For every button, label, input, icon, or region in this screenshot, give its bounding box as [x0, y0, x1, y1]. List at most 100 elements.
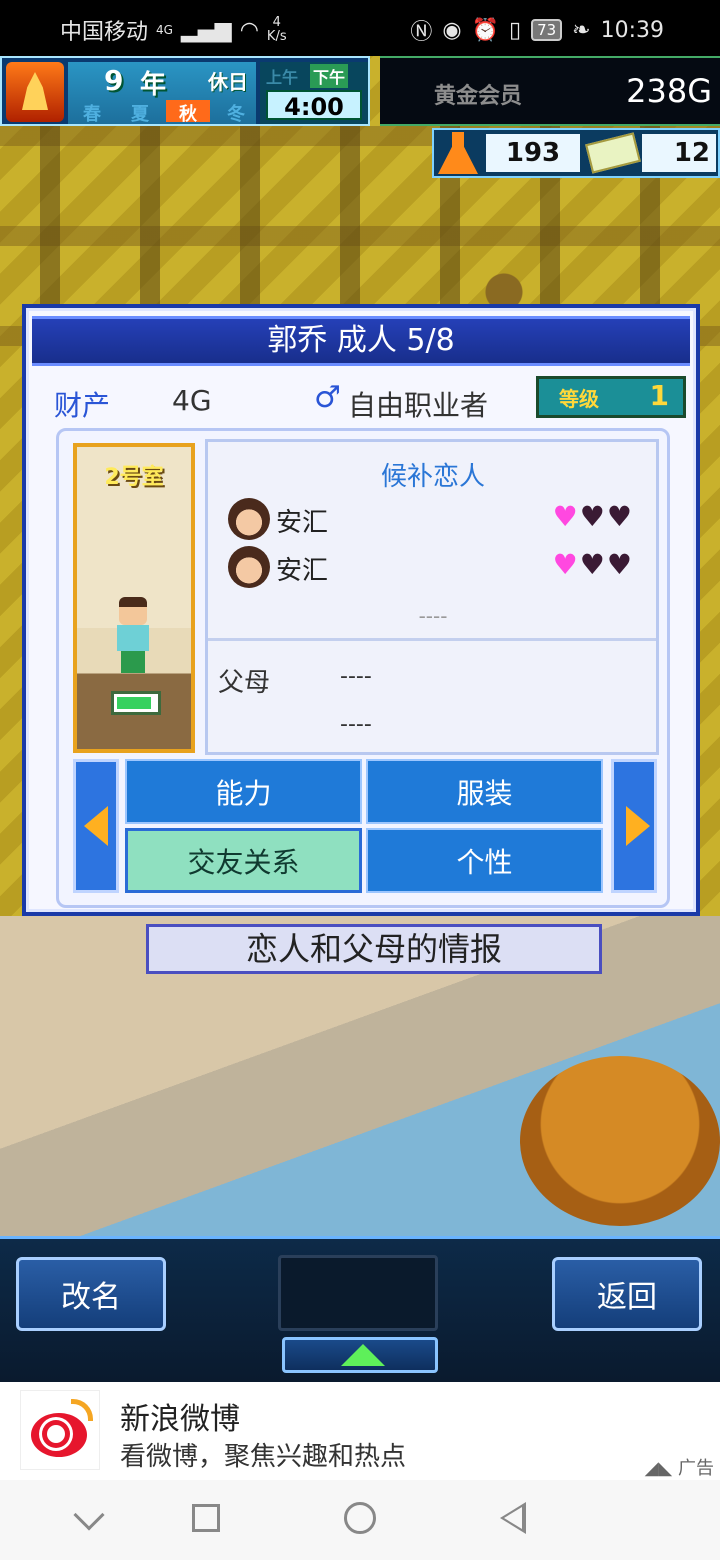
speed-value: 4: [272, 15, 281, 30]
sprite-head: [119, 597, 147, 625]
game-clock: 4:00: [266, 90, 362, 121]
tab-ability[interactable]: 能力: [125, 759, 362, 824]
preview-screen: [278, 1255, 438, 1331]
status-bar: 中国移动 4G ▂▄▆ ◠ 4 K/s Ⓝ ◉ ⏰ ▯ 73 ❧ 10:39: [0, 0, 720, 56]
clock-time: 10:39: [600, 17, 664, 43]
tab-personality[interactable]: 个性: [366, 828, 603, 893]
season-spring: 春: [83, 104, 101, 125]
ad-subtitle: 看微博，聚焦兴趣和热点: [120, 1442, 407, 1472]
heart-icon: ♥: [579, 548, 605, 581]
heart-icon: ♥: [606, 548, 632, 581]
sprite-body: [117, 625, 149, 651]
ad-tag-text: 广告: [678, 1458, 714, 1479]
tab-clothing[interactable]: 服装: [366, 759, 603, 824]
season-autumn: 秋: [166, 100, 210, 125]
tab-relationships[interactable]: 交友关系: [125, 828, 362, 893]
flask-icon: [438, 132, 478, 174]
leaf-icon: ❧: [572, 17, 591, 43]
ticket-icon: [585, 132, 641, 174]
alarm-icon: ⏰: [471, 17, 499, 43]
home-icon[interactable]: [344, 1502, 376, 1534]
signal-icon: ▂▄▆: [180, 17, 232, 43]
rename-button[interactable]: 改名: [16, 1257, 166, 1331]
ad-title: 新浪微博: [120, 1402, 240, 1437]
room-preview[interactable]: 2号室: [73, 443, 195, 753]
affection-hearts: ♥ ♥ ♥: [553, 548, 632, 581]
money-panel: 黄金会员 238G: [380, 56, 720, 126]
sprite-legs: [121, 651, 145, 673]
room-name: 2号室: [104, 465, 164, 490]
expand-menu-button[interactable]: [282, 1337, 438, 1373]
navigation-bar: [0, 1480, 720, 1560]
level-badge: 等级 1: [536, 376, 686, 418]
back-icon[interactable]: [500, 1502, 526, 1534]
tab-description: 恋人和父母的情报: [146, 924, 602, 974]
weibo-wave-icon: [71, 1399, 93, 1421]
resident-sprite: [113, 597, 153, 677]
lover-name: 安汇: [276, 508, 329, 538]
divider: [208, 638, 656, 641]
pm-label: 下午: [310, 64, 349, 88]
back-button[interactable]: 返回: [552, 1257, 702, 1331]
parents-label: 父母: [218, 668, 271, 698]
season-row: 春 夏 秋 冬: [70, 100, 258, 125]
avatar: [228, 498, 270, 540]
date-box: 9 年 休日 春 夏 秋 冬: [68, 62, 258, 125]
recents-icon[interactable]: [192, 1504, 220, 1532]
arrow-right-icon: [626, 806, 650, 846]
heart-icon: ♥: [606, 500, 632, 533]
fire-icon: [6, 62, 64, 122]
relationship-panel: 2号室 候补恋人 安汇 ♥ ♥ ♥ 安汇 ♥ ♥ ♥ ---- 父母 ---- …: [56, 428, 670, 908]
season-summer: 夏: [131, 104, 149, 125]
resident-info-row: 财产 4G ♂ 自由职业者 等级 1: [26, 374, 696, 424]
heart-icon: ♥: [579, 500, 605, 533]
candidate-empty-slot: ----: [418, 604, 448, 628]
gold-amount: 238G: [626, 72, 712, 110]
network-speed: 4 K/s: [267, 16, 287, 44]
am-label: 上午: [266, 68, 299, 87]
eye-icon: ◉: [442, 17, 462, 43]
info-tabs: 能力 服装 交友关系 个性: [125, 759, 603, 893]
season-winter: 冬: [227, 104, 245, 125]
resident-title: 郭乔 成人 5/8: [32, 316, 690, 366]
candidate-title: 候补恋人: [380, 462, 485, 492]
nfc-icon: Ⓝ: [410, 20, 433, 45]
ad-tag: ◢◣ 广告: [644, 1458, 714, 1479]
control-bar: 改名 返回: [0, 1236, 720, 1382]
time-box: 上午 下午 4:00: [260, 62, 368, 124]
year-number: 9: [104, 64, 124, 97]
speed-unit: K/s: [266, 29, 287, 44]
next-resident-button[interactable]: [611, 759, 657, 893]
autumn-tree: [520, 1056, 720, 1226]
asset-value: 4G: [172, 384, 212, 417]
resident-dialog: 郭乔 成人 5/8 财产 4G ♂ 自由职业者 等级 1 2号室 候补恋人 安汇: [22, 304, 700, 916]
ticket-count: 12: [642, 134, 716, 172]
asset-label: 财产: [54, 389, 111, 422]
job-label: 自由职业者: [348, 389, 489, 422]
weibo-logo-icon: [20, 1390, 100, 1470]
membership-label: 黄金会员: [434, 84, 523, 109]
wifi-icon: ◠: [239, 17, 259, 43]
year-unit: 年: [140, 70, 167, 100]
resource-panel: 193 12: [432, 128, 720, 178]
level-value: 1: [649, 379, 669, 412]
male-icon: ♂: [314, 380, 341, 415]
network-type: 4G: [156, 23, 173, 37]
lovers-parents-panel: 候补恋人 安汇 ♥ ♥ ♥ 安汇 ♥ ♥ ♥ ---- 父母 ---- ----: [205, 439, 659, 755]
vibrate-icon: ▯: [508, 17, 522, 43]
lover-item[interactable]: 安汇 ♥ ♥ ♥: [228, 546, 638, 590]
affection-hearts: ♥ ♥ ♥: [553, 500, 632, 533]
chevron-down-icon[interactable]: [73, 1499, 105, 1531]
battery-icon: [111, 691, 161, 715]
status-right: Ⓝ ◉ ⏰ ▯ 73 ❧ 10:39: [410, 14, 664, 46]
parent-slot: ----: [340, 712, 372, 737]
lover-item[interactable]: 安汇 ♥ ♥ ♥: [228, 498, 638, 542]
carrier-label: 中国移动: [60, 20, 149, 45]
ad-banner[interactable]: 新浪微博 看微博，聚焦兴趣和热点 ◢◣ 广告: [0, 1382, 720, 1480]
heart-icon: ♥: [552, 500, 578, 533]
previous-resident-button[interactable]: [73, 759, 119, 893]
arrow-up-icon: [341, 1344, 385, 1366]
day-type: 休日: [208, 70, 248, 94]
status-left: 中国移动 4G ▂▄▆ ◠ 4 K/s: [60, 14, 287, 46]
arrow-left-icon: [84, 806, 108, 846]
